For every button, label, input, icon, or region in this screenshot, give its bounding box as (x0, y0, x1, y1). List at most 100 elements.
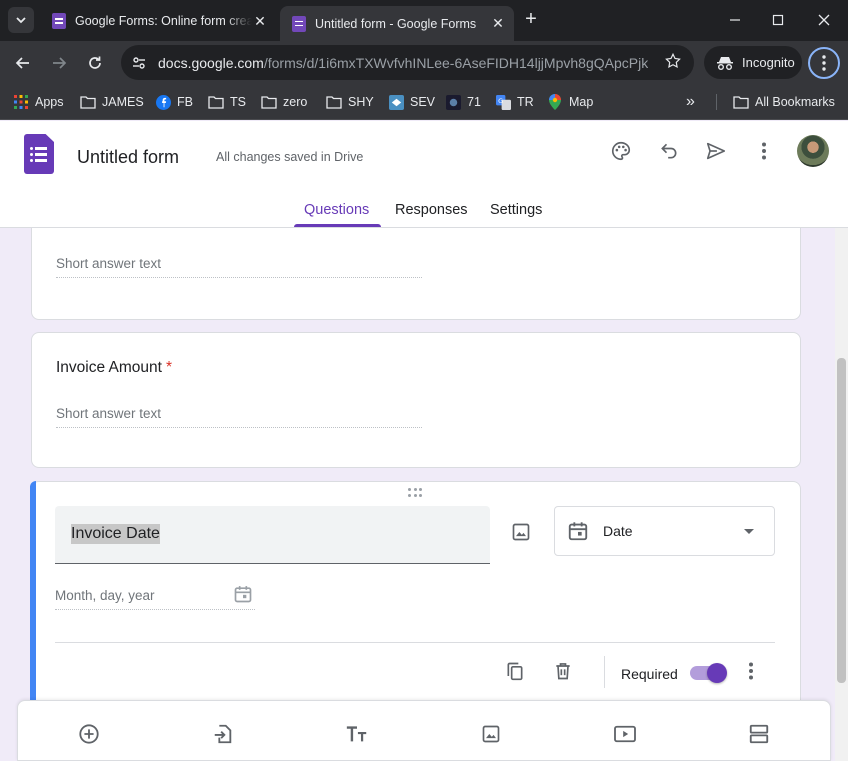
avatar[interactable] (797, 135, 829, 167)
customize-theme-button[interactable] (608, 138, 634, 164)
question-title-text: Invoice Date (71, 524, 160, 544)
date-answer-field: Month, day, year (55, 582, 255, 610)
image-icon (482, 725, 500, 743)
url-domain: docs.google.com (158, 54, 264, 71)
bookmark-map[interactable]: Map (547, 92, 593, 112)
palette-icon (612, 141, 631, 161)
short-answer-placeholder: Short answer text (56, 256, 422, 278)
toggle-knob (707, 663, 727, 683)
close-tab-icon[interactable]: ✕ (490, 15, 506, 32)
google-forms-logo-icon[interactable] (24, 134, 54, 174)
floating-toolbar (17, 700, 831, 761)
scrollbar-thumb[interactable] (837, 358, 846, 683)
question-card-invoice-amount[interactable]: Invoice Amount * Short answer text (31, 332, 801, 468)
question-type-label: Date (603, 523, 633, 539)
add-title-button[interactable] (344, 721, 370, 747)
back-button[interactable] (10, 50, 36, 76)
url-text[interactable]: docs.google.com/forms/d/1i6mxTXWvfvhINLe… (158, 55, 648, 71)
forms-header: Untitled form All changes saved in Drive… (0, 121, 848, 228)
close-tab-icon[interactable]: ✕ (252, 13, 268, 30)
tab-questions[interactable]: Questions (304, 202, 369, 218)
site-71-icon (445, 94, 461, 110)
bookmark-folder-ts[interactable]: TS (208, 92, 246, 112)
browser-tab-google-forms[interactable]: Google Forms: Online form crea ✕ (40, 6, 276, 36)
bookmark-label: 71 (467, 95, 481, 109)
bookmark-label: JAMES (102, 95, 144, 109)
more-bookmarks-button[interactable]: » (686, 92, 695, 112)
duplicate-button[interactable] (502, 658, 528, 684)
bookmark-71[interactable]: 71 (445, 92, 481, 112)
bookmark-tr[interactable]: G TR (495, 92, 534, 112)
minimize-icon (730, 19, 740, 21)
undo-icon (661, 143, 677, 159)
dropdown-arrow-icon (744, 528, 754, 534)
question-type-dropdown[interactable]: Date (554, 506, 775, 556)
reload-button[interactable] (82, 50, 108, 76)
bookmark-label: TR (517, 95, 534, 109)
more-vert-icon (749, 662, 753, 680)
video-icon (614, 725, 636, 743)
forward-button[interactable] (46, 50, 72, 76)
copy-icon (507, 662, 523, 681)
incognito-icon (717, 56, 733, 70)
browser-tab-untitled-form[interactable]: Untitled form - Google Forms ✕ (280, 6, 514, 41)
required-label: Required (621, 666, 678, 682)
form-tabs: Questions Responses Settings (0, 198, 848, 228)
bookmark-apps[interactable]: Apps (13, 92, 64, 112)
save-status: All changes saved in Drive (216, 150, 364, 164)
add-circle-icon (79, 724, 99, 744)
bookmark-folder-zero[interactable]: zero (261, 92, 307, 112)
all-bookmarks-folder[interactable]: All Bookmarks (733, 92, 835, 112)
maximize-button[interactable] (766, 8, 790, 32)
bookmarks-bar: Apps JAMES FB TS zero SHY SEV 71 G TR Ma… (0, 84, 848, 120)
question-more-options-button[interactable] (738, 658, 764, 684)
required-toggle[interactable] (690, 663, 727, 683)
drag-handle-icon[interactable] (408, 488, 424, 498)
bookmarks-separator (716, 94, 717, 110)
import-icon (214, 724, 232, 744)
form-title[interactable]: Untitled form (77, 147, 179, 168)
browser-toolbar: docs.google.com/forms/d/1i6mxTXWvfvhINLe… (0, 41, 848, 84)
more-vert-icon (822, 55, 826, 71)
chevron-down-icon (16, 17, 26, 24)
add-section-button[interactable] (746, 721, 772, 747)
browser-menu-button[interactable] (808, 47, 840, 79)
bookmark-fb[interactable]: FB (155, 92, 193, 112)
address-bar[interactable]: docs.google.com/forms/d/1i6mxTXWvfvhINLe… (121, 45, 694, 80)
bookmark-label: TS (230, 95, 246, 109)
apps-grid-icon (13, 94, 29, 110)
new-tab-button[interactable]: + (520, 8, 542, 32)
bookmark-label: FB (177, 95, 193, 109)
question-card-previous[interactable]: Short answer text (31, 228, 801, 320)
title-text-icon (346, 726, 367, 742)
star-icon[interactable] (664, 52, 682, 73)
bookmark-sev[interactable]: SEV (388, 92, 435, 112)
footer-separator (604, 656, 605, 688)
forms-favicon-icon (52, 13, 66, 29)
bookmark-folder-shy[interactable]: SHY (326, 92, 374, 112)
tab-settings[interactable]: Settings (490, 202, 542, 218)
add-image-button[interactable] (507, 518, 535, 546)
folder-icon (261, 94, 277, 110)
page-scrollbar[interactable] (835, 228, 848, 761)
calendar-icon (234, 586, 252, 603)
tune-icon[interactable] (126, 50, 152, 76)
incognito-indicator[interactable]: Incognito (704, 46, 802, 79)
delete-button[interactable] (550, 658, 576, 684)
question-card-invoice-date[interactable]: Invoice Date Date Month, day, year Requi… (30, 481, 801, 721)
tab-responses[interactable]: Responses (395, 202, 468, 218)
add-question-button[interactable] (76, 721, 102, 747)
more-options-button[interactable] (751, 138, 777, 164)
tab-search-button[interactable] (8, 7, 34, 33)
undo-button[interactable] (656, 138, 682, 164)
url-path: /forms/d/1i6mxTXWvfvhINLee-6AseFIDH14ljj… (263, 54, 648, 71)
minimize-button[interactable] (723, 8, 747, 32)
close-window-button[interactable] (812, 8, 836, 32)
add-video-button[interactable] (612, 721, 638, 747)
bookmark-folder-james[interactable]: JAMES (80, 92, 144, 112)
folder-icon (208, 94, 224, 110)
add-image-toolbar-button[interactable] (478, 721, 504, 747)
send-button[interactable] (703, 138, 729, 164)
question-title-input[interactable]: Invoice Date (55, 506, 490, 564)
import-questions-button[interactable] (210, 721, 236, 747)
